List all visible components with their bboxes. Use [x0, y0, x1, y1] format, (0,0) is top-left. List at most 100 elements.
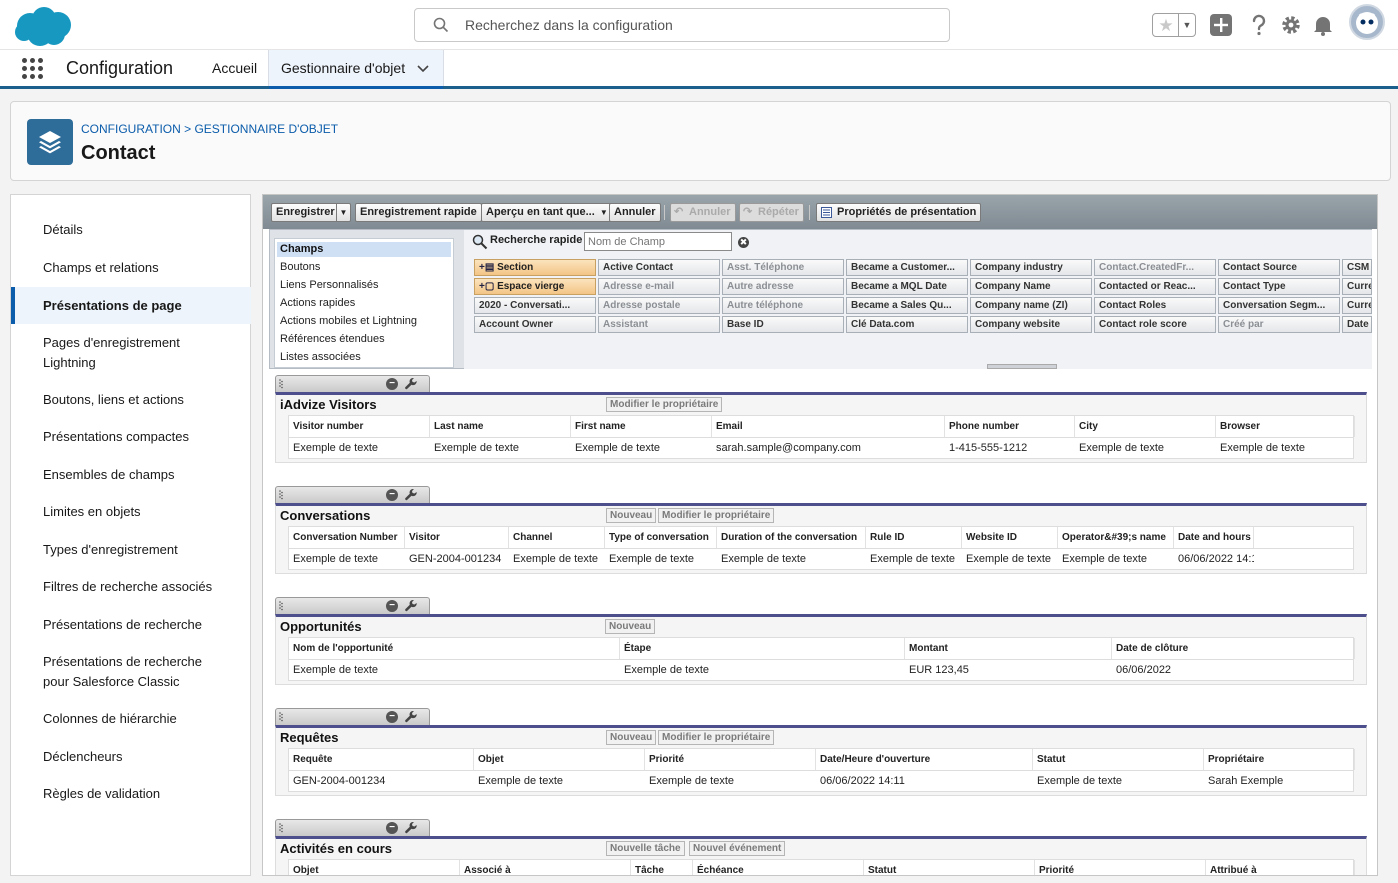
category-mobile-lightning-actions[interactable]: Actions mobiles et Lightning: [277, 314, 451, 329]
palette-field[interactable]: Became a Sales Qu...: [846, 297, 968, 314]
column-header[interactable]: Attribué à: [1206, 860, 1355, 875]
category-related-lists[interactable]: Listes associées: [277, 350, 451, 365]
palette-field[interactable]: Contact Source: [1218, 259, 1340, 276]
category-custom-links[interactable]: Liens Personnalisés: [277, 278, 451, 293]
section-action-button[interactable]: Nouveau: [606, 730, 657, 745]
palette-field[interactable]: Clé Data.com: [846, 316, 968, 333]
wrench-icon[interactable]: [404, 821, 418, 835]
section-drag-handle[interactable]: −: [275, 819, 430, 836]
sidebar-item-record-types[interactable]: Types d'enregistrement: [11, 540, 251, 560]
remove-section-icon[interactable]: −: [386, 711, 398, 723]
breadcrumb-configuration[interactable]: CONFIGURATION: [81, 122, 181, 136]
palette-field[interactable]: Créé par: [1218, 316, 1340, 333]
palette-field[interactable]: Company name (ZI): [970, 297, 1092, 314]
column-header[interactable]: Visitor number: [289, 416, 430, 437]
column-header[interactable]: Priorité: [1035, 860, 1206, 875]
column-header[interactable]: Montant: [905, 638, 1112, 659]
column-header[interactable]: Objet: [474, 749, 645, 770]
undo-button[interactable]: ↶ Annuler: [670, 203, 736, 222]
column-header[interactable]: Date de clôture: [1112, 638, 1355, 659]
user-avatar[interactable]: [1349, 4, 1385, 40]
section-action-button[interactable]: Modifier le propriétaire: [658, 508, 775, 523]
sidebar-item-object-limits[interactable]: Limites en objets: [11, 502, 251, 522]
column-header[interactable]: Duration of the conversation: [717, 527, 866, 548]
wrench-icon[interactable]: [404, 599, 418, 613]
column-header[interactable]: Visitor: [405, 527, 509, 548]
column-header[interactable]: Channel: [509, 527, 605, 548]
column-header[interactable]: City: [1075, 416, 1216, 437]
section-action-button[interactable]: Modifier le propriétaire: [606, 397, 723, 412]
sidebar-item-compact-layouts[interactable]: Présentations compactes: [11, 427, 251, 447]
sidebar-item-page-layouts[interactable]: Présentations de page: [11, 287, 251, 324]
remove-section-icon[interactable]: −: [386, 600, 398, 612]
sidebar-item-buttons-links-actions[interactable]: Boutons, liens et actions: [11, 390, 251, 410]
column-header[interactable]: Phone number: [945, 416, 1075, 437]
sidebar-item-hierarchy-columns[interactable]: Colonnes de hiérarchie: [11, 709, 251, 729]
sidebar-item-search-layouts-classic[interactable]: Présentations de recherche pour Salesfor…: [11, 652, 226, 692]
palette-field[interactable]: Active Contact: [598, 259, 720, 276]
category-quick-actions[interactable]: Actions rapides: [277, 296, 451, 311]
palette-field[interactable]: Curre: [1342, 278, 1372, 295]
chevron-down-icon[interactable]: ▼: [336, 204, 350, 221]
wrench-icon[interactable]: [404, 710, 418, 724]
palette-field[interactable]: Company website: [970, 316, 1092, 333]
column-header[interactable]: Conversation Number: [289, 527, 405, 548]
section-action-button[interactable]: Nouveau: [606, 508, 657, 523]
palette-field[interactable]: Became a MQL Date: [846, 278, 968, 295]
column-header[interactable]: Date and hours of the conversation: [1174, 527, 1254, 548]
column-header[interactable]: Associé à: [460, 860, 631, 875]
palette-field[interactable]: Company Name: [970, 278, 1092, 295]
section-drag-handle[interactable]: −: [275, 486, 430, 503]
palette-field[interactable]: Contact.CreatedFr...: [1094, 259, 1216, 276]
column-header[interactable]: Priorité: [645, 749, 816, 770]
category-buttons[interactable]: Boutons: [277, 260, 451, 275]
breadcrumb-object-manager[interactable]: GESTIONNAIRE D'OBJET: [194, 122, 338, 136]
sidebar-item-field-sets[interactable]: Ensembles de champs: [11, 465, 251, 485]
column-header[interactable]: Objet: [289, 860, 460, 875]
salesforce-cloud-logo[interactable]: [12, 4, 74, 48]
palette-field[interactable]: Autre adresse: [722, 278, 844, 295]
palette-field[interactable]: Contact Roles: [1094, 297, 1216, 314]
palette-field[interactable]: Contacted or Reac...: [1094, 278, 1216, 295]
column-header[interactable]: Date/Heure d'ouverture: [816, 749, 1033, 770]
column-header[interactable]: Étape: [620, 638, 905, 659]
column-header[interactable]: Website ID: [962, 527, 1058, 548]
sidebar-item-triggers[interactable]: Déclencheurs: [11, 747, 251, 767]
palette-field[interactable]: Curre: [1342, 297, 1372, 314]
category-fields[interactable]: Champs: [277, 242, 451, 257]
category-expanded-lookups[interactable]: Références étendues: [277, 332, 451, 347]
tab-home[interactable]: Accueil: [200, 50, 269, 86]
palette-field[interactable]: Adresse postale: [598, 297, 720, 314]
palette-field[interactable]: +▤ Section: [474, 259, 596, 276]
sidebar-item-details[interactable]: Détails: [11, 220, 251, 240]
search-input[interactable]: [465, 15, 935, 35]
clear-search-icon[interactable]: ✖: [738, 237, 749, 248]
section-action-button[interactable]: Nouveau: [605, 619, 656, 634]
column-header[interactable]: Propriétaire: [1204, 749, 1355, 770]
remove-section-icon[interactable]: −: [386, 378, 398, 390]
column-header[interactable]: Rule ID: [866, 527, 962, 548]
section-drag-handle[interactable]: −: [275, 375, 430, 392]
global-actions-add-icon[interactable]: [1208, 12, 1234, 38]
palette-field[interactable]: Company industry: [970, 259, 1092, 276]
section-drag-handle[interactable]: −: [275, 708, 430, 725]
column-header[interactable]: Email: [712, 416, 945, 437]
sidebar-item-lightning-pages[interactable]: Pages d'enregistrement Lightning: [11, 333, 211, 373]
palette-field[interactable]: Asst. Téléphone: [722, 259, 844, 276]
sidebar-item-validation-rules[interactable]: Règles de validation: [11, 784, 251, 804]
section-drag-handle[interactable]: −: [275, 597, 430, 614]
palette-field[interactable]: Base ID: [722, 316, 844, 333]
palette-field[interactable]: CSM: [1342, 259, 1372, 276]
column-header[interactable]: Statut: [1033, 749, 1204, 770]
palette-field[interactable]: 2020 - Conversati...: [474, 297, 596, 314]
column-header[interactable]: Nom de l'opportunité: [289, 638, 620, 659]
remove-section-icon[interactable]: −: [386, 489, 398, 501]
column-header[interactable]: Browser: [1216, 416, 1355, 437]
column-header[interactable]: Statut: [864, 860, 1035, 875]
setup-search[interactable]: [414, 8, 950, 42]
wrench-icon[interactable]: [404, 488, 418, 502]
quick-search-input[interactable]: [584, 232, 732, 251]
column-header[interactable]: Tâche: [631, 860, 693, 875]
preview-as-button[interactable]: Aperçu en tant que... ▼: [481, 203, 612, 222]
column-header[interactable]: Requête: [289, 749, 474, 770]
